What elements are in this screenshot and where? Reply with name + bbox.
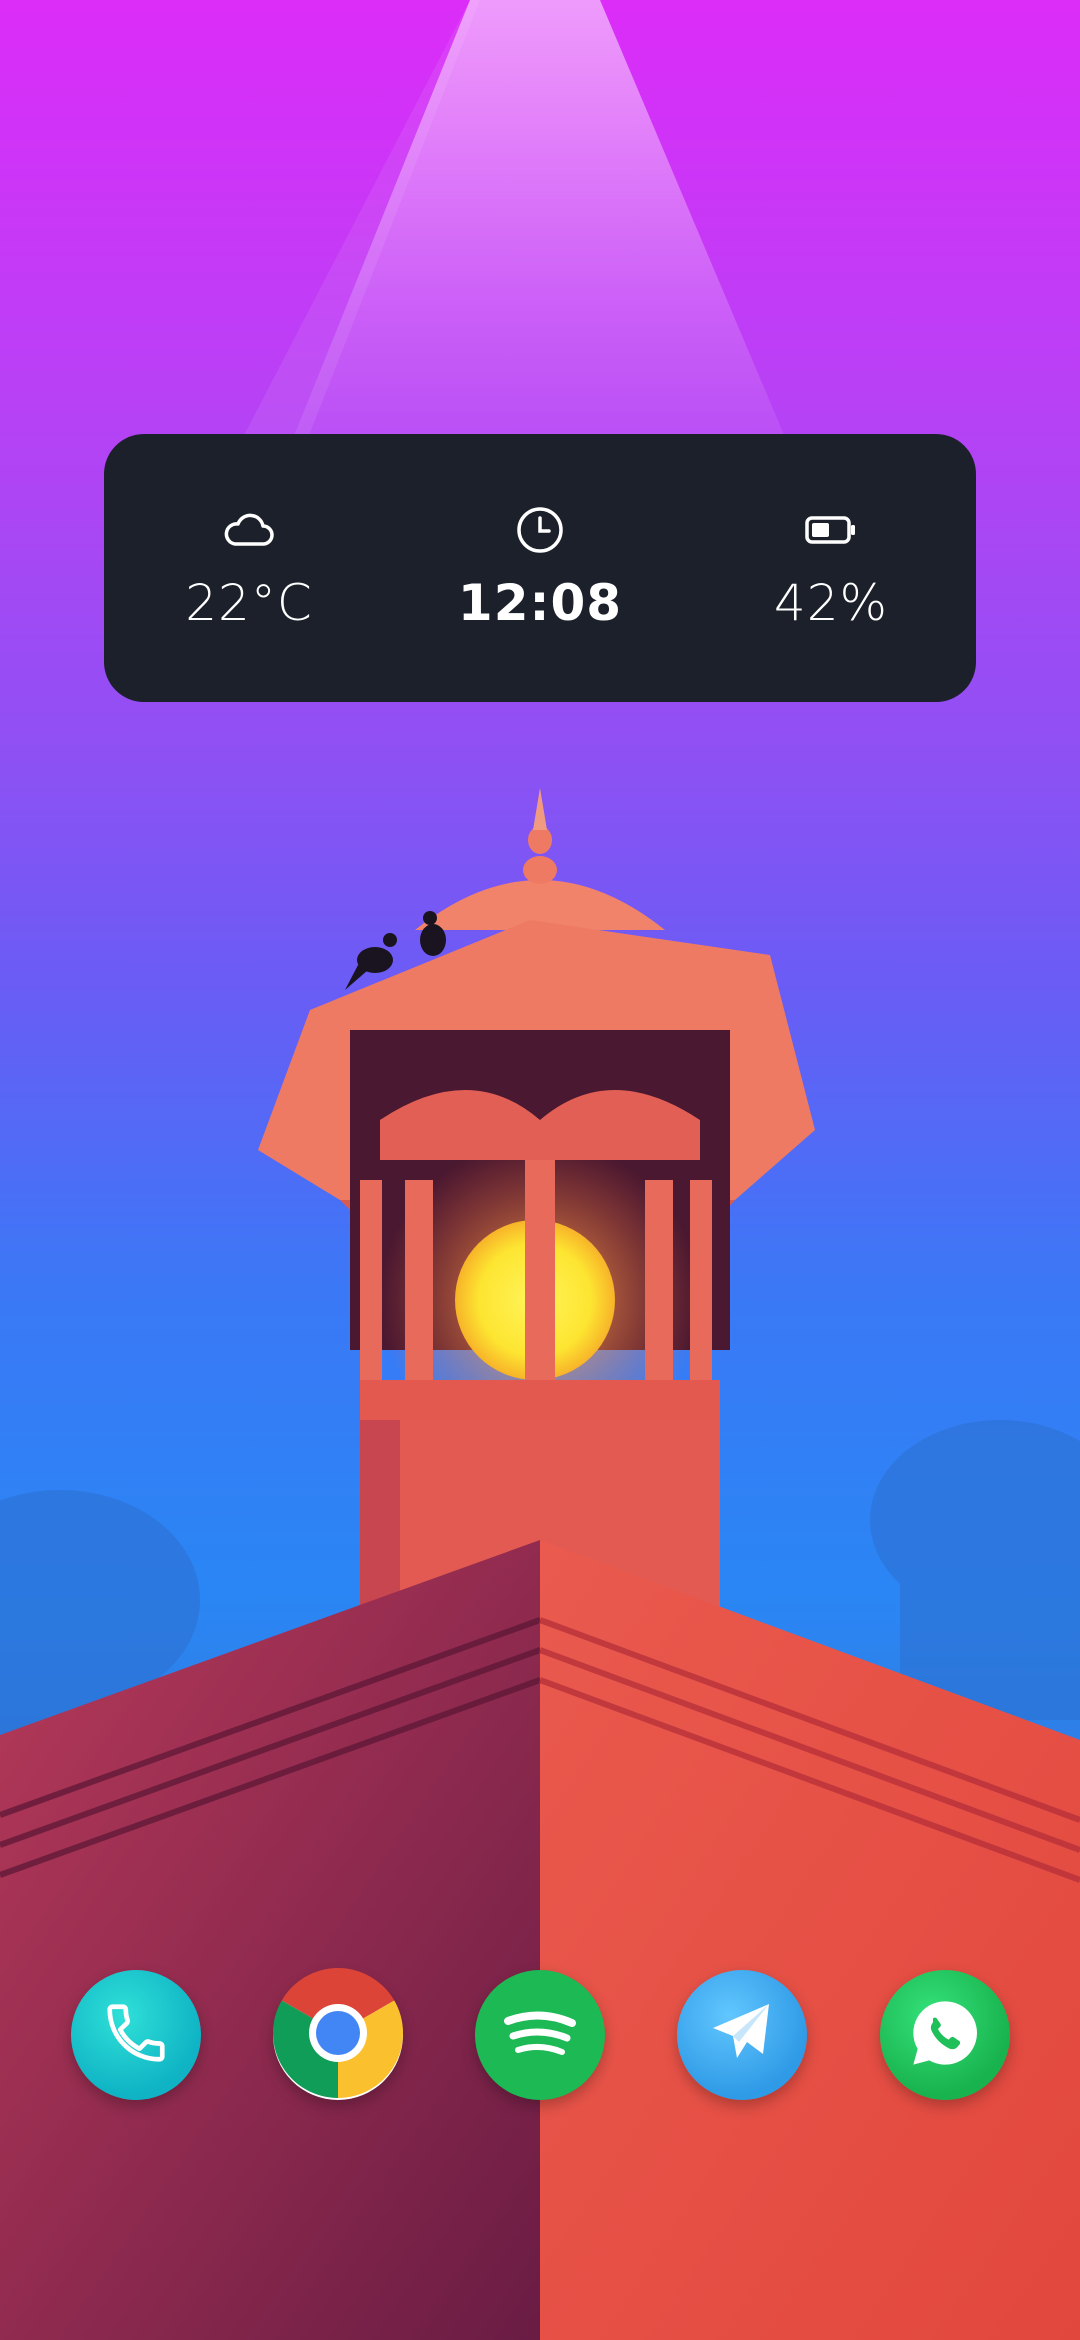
battery-value: 42% [773, 574, 889, 632]
battery-icon [801, 500, 861, 560]
temperature-value: 22°C [185, 574, 313, 632]
status-widget[interactable]: 22°C 12:08 42% [104, 434, 976, 702]
chrome-app[interactable] [272, 1968, 404, 2102]
telegram-icon [707, 1998, 777, 2072]
chrome-icon [272, 1968, 404, 2102]
whatsapp-app[interactable] [880, 1970, 1010, 2100]
battery-section[interactable]: 42% [686, 434, 976, 702]
clock-icon [510, 500, 570, 560]
spotify-app[interactable] [475, 1970, 605, 2100]
phone-icon [101, 1998, 171, 2072]
cloud-icon [219, 500, 279, 560]
phone-app[interactable] [71, 1970, 201, 2100]
spotify-icon [500, 2003, 580, 2067]
weather-section[interactable]: 22°C [104, 434, 394, 702]
clock-section[interactable]: 12:08 [395, 434, 685, 702]
time-value: 12:08 [457, 574, 623, 632]
whatsapp-icon [905, 1993, 985, 2077]
telegram-app[interactable] [677, 1970, 807, 2100]
